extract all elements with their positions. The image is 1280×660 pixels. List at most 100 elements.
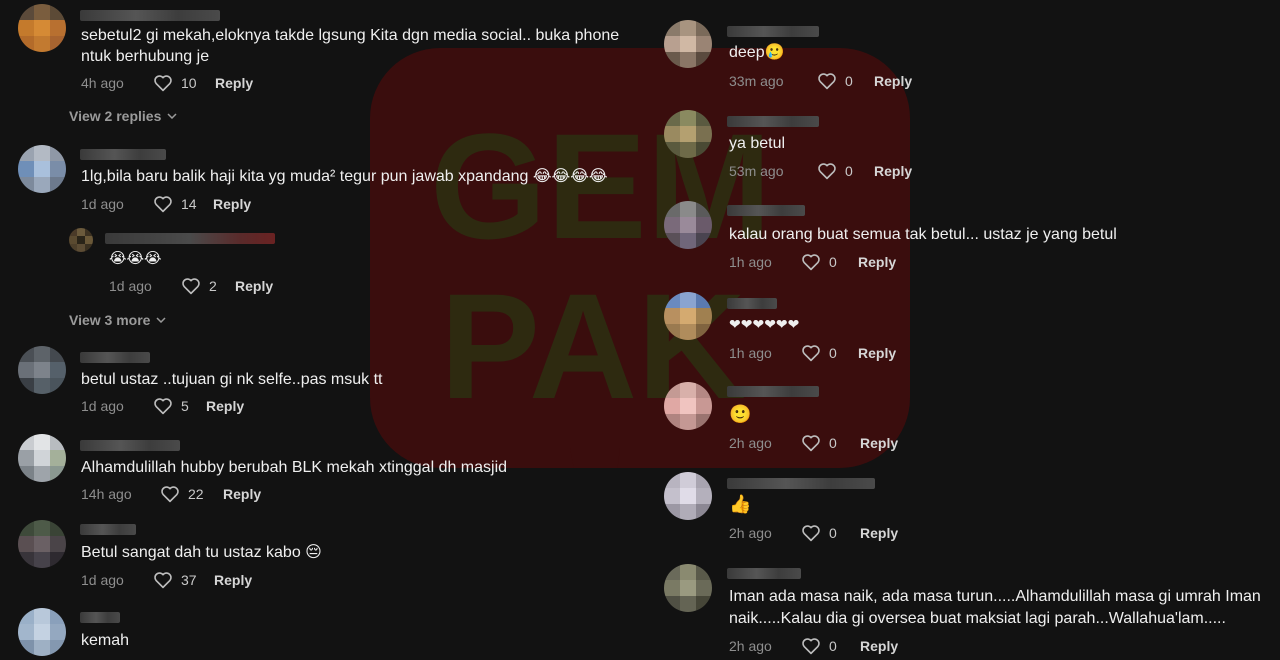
reply-button[interactable]: Reply — [860, 525, 898, 541]
username-blurred[interactable] — [727, 205, 805, 216]
avatar[interactable] — [664, 564, 712, 612]
avatar[interactable] — [69, 228, 93, 252]
avatar[interactable] — [18, 520, 66, 568]
username-blurred[interactable] — [80, 352, 150, 363]
avatar[interactable] — [664, 201, 712, 249]
view-more-button[interactable]: View 3 more — [69, 312, 166, 328]
avatar[interactable] — [18, 608, 66, 656]
heart-icon[interactable] — [817, 162, 837, 180]
avatar[interactable] — [18, 434, 66, 482]
heart-icon[interactable] — [153, 571, 173, 589]
like-button[interactable]: 5 — [153, 397, 206, 415]
comment-time: 1d ago — [81, 196, 124, 212]
like-count: 0 — [829, 435, 837, 451]
avatar[interactable] — [664, 382, 712, 430]
username-blurred[interactable] — [80, 10, 220, 21]
username-blurred[interactable] — [80, 149, 166, 160]
avatar[interactable] — [18, 346, 66, 394]
heart-icon[interactable] — [153, 397, 173, 415]
comment-text: deep🥲 — [729, 44, 785, 61]
comment-item: deep🥲 33m ago 0 Reply — [664, 20, 1264, 92]
reply-button[interactable]: Reply — [214, 572, 252, 588]
comment-item: kemah — [18, 608, 638, 660]
comment-time: 1d ago — [81, 398, 124, 414]
heart-icon[interactable] — [817, 72, 837, 90]
avatar[interactable] — [664, 472, 712, 520]
reply-button[interactable]: Reply — [206, 398, 244, 414]
like-button[interactable]: 0 — [801, 253, 858, 271]
comment-time: 1d ago — [109, 278, 152, 294]
avatar[interactable] — [664, 292, 712, 340]
view-replies-button[interactable]: View 2 replies — [69, 108, 177, 124]
comment-meta: 1d ago 2 Reply — [109, 277, 273, 295]
username-blurred[interactable] — [727, 26, 819, 37]
like-button[interactable]: 0 — [801, 434, 860, 452]
heart-icon[interactable] — [801, 434, 821, 452]
username-blurred[interactable] — [727, 298, 777, 309]
comment-meta: 2h ago 0 Reply — [729, 524, 898, 542]
comment-text-line2: naik.....Kalau dia gi oversea buat maksi… — [729, 610, 1226, 627]
comment-item: betul ustaz ..tujuan gi nk selfe..pas ms… — [18, 346, 638, 418]
username-blurred[interactable] — [80, 612, 120, 623]
like-count: 22 — [188, 486, 204, 502]
like-button[interactable]: 0 — [801, 524, 860, 542]
comment-time: 33m ago — [729, 73, 784, 89]
heart-icon[interactable] — [153, 74, 173, 92]
like-button[interactable]: 0 — [801, 344, 858, 362]
comment-text: sebetul2 gi mekah,eloknya takde lgsung K… — [81, 27, 620, 44]
reply-item: 😭😭😭 1d ago 2 Reply — [69, 228, 629, 298]
comment-meta: 2h ago 0 Reply — [729, 637, 898, 655]
avatar[interactable] — [664, 20, 712, 68]
username-blurred[interactable] — [727, 478, 875, 489]
comment-text: betul ustaz ..tujuan gi nk selfe..pas ms… — [81, 371, 383, 388]
username-blurred[interactable] — [727, 116, 819, 127]
like-button[interactable]: 22 — [160, 485, 223, 503]
reply-button[interactable]: Reply — [215, 75, 253, 91]
comment-meta: 4h ago 10 Reply — [81, 74, 253, 92]
reply-button[interactable]: Reply — [213, 196, 251, 212]
heart-icon[interactable] — [801, 637, 821, 655]
username-blurred[interactable] — [80, 440, 180, 451]
like-button[interactable]: 0 — [801, 637, 860, 655]
chevron-down-icon — [167, 113, 177, 119]
username-blurred[interactable] — [727, 568, 801, 579]
reply-button[interactable]: Reply — [860, 435, 898, 451]
avatar[interactable] — [18, 145, 66, 193]
comment-meta: 14h ago 22 Reply — [81, 485, 261, 503]
reply-button[interactable]: Reply — [874, 73, 912, 89]
reply-button[interactable]: Reply — [235, 278, 273, 294]
avatar[interactable] — [664, 110, 712, 158]
username-blurred[interactable] — [80, 524, 136, 535]
reply-button[interactable]: Reply — [874, 163, 912, 179]
reply-button[interactable]: Reply — [860, 638, 898, 654]
like-button[interactable]: 0 — [817, 72, 874, 90]
username-blurred[interactable] — [727, 386, 819, 397]
like-count: 2 — [209, 278, 217, 294]
like-button[interactable]: 37 — [153, 571, 214, 589]
heart-icon[interactable] — [801, 344, 821, 362]
comment-item: 🙂 2h ago 0 Reply — [664, 382, 1264, 454]
heart-icon[interactable] — [181, 277, 201, 295]
like-button[interactable]: 0 — [817, 162, 874, 180]
heart-icon[interactable] — [160, 485, 180, 503]
heart-icon[interactable] — [153, 195, 173, 213]
username-blurred[interactable] — [105, 233, 275, 244]
comment-time: 2h ago — [729, 525, 772, 541]
reply-button[interactable]: Reply — [223, 486, 261, 502]
reply-button[interactable]: Reply — [858, 345, 896, 361]
like-button[interactable]: 14 — [153, 195, 213, 213]
avatar[interactable] — [18, 4, 66, 52]
like-button[interactable]: 10 — [153, 74, 213, 92]
comment-meta: 2h ago 0 Reply — [729, 434, 898, 452]
comment-meta: 1d ago 5 Reply — [81, 397, 244, 415]
heart-icon[interactable] — [801, 253, 821, 271]
comment-text: Alhamdulillah hubby berubah BLK mekah xt… — [81, 459, 508, 476]
comment-text: 👍 — [729, 494, 752, 515]
reply-button[interactable]: Reply — [858, 254, 896, 270]
comment-item: Betul sangat dah tu ustaz kabo 😔 1d ago … — [18, 520, 638, 592]
comment-text: kalau orang buat semua tak betul... usta… — [729, 226, 1117, 243]
heart-icon[interactable] — [801, 524, 821, 542]
like-button[interactable]: 2 — [181, 277, 235, 295]
comment-meta: 1d ago 14 Reply — [81, 195, 251, 213]
comment-text-line2: ntuk berhubung je — [81, 48, 210, 65]
